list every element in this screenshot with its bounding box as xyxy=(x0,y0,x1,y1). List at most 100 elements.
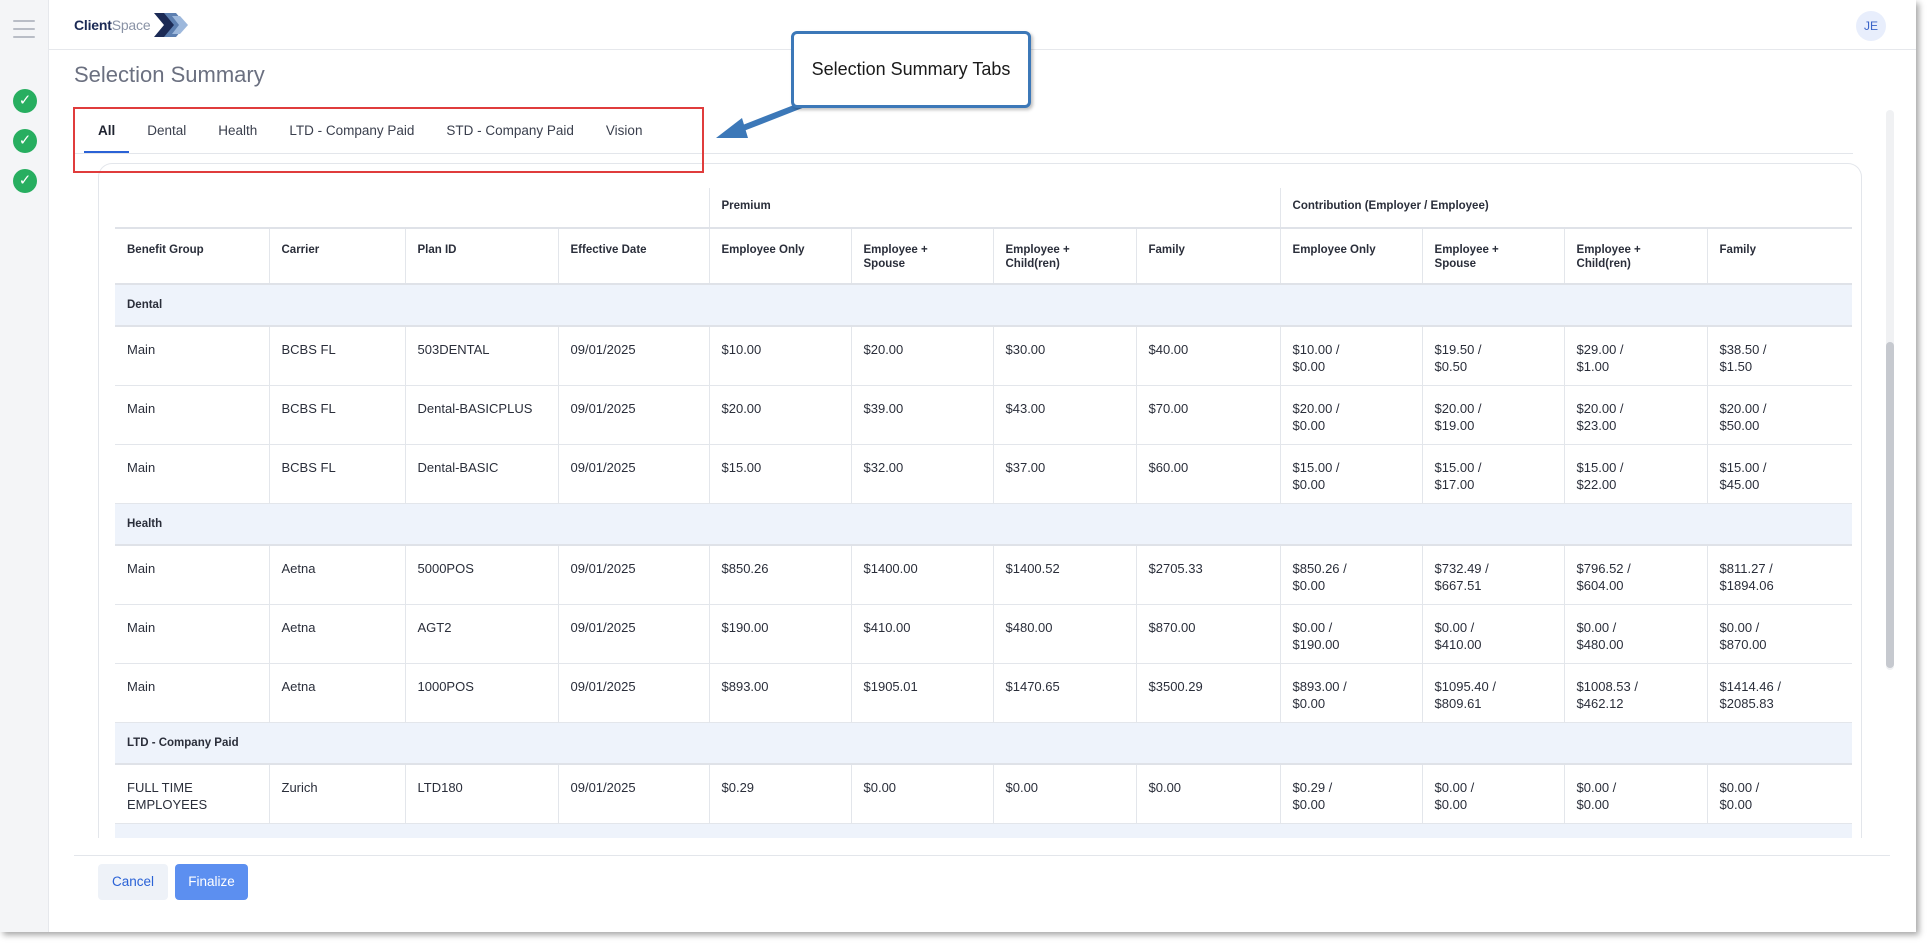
step-complete-icon[interactable]: ✓ xyxy=(13,129,37,153)
table-row[interactable]: FULL TIME EMPLOYEES Zurich LTD180 09/01/202… xyxy=(115,764,1853,824)
finalize-button[interactable]: Finalize xyxy=(175,864,248,900)
cell-effective-date: 09/01/2025 xyxy=(558,326,710,386)
col-contribution-employee-only: Employee Only xyxy=(1280,228,1423,285)
cell-contribution-employee-only: $15.00 /$0.00 xyxy=(1280,444,1423,504)
annotation-callout: Selection Summary Tabs xyxy=(791,31,1031,108)
cell-benefit-group: Main xyxy=(115,385,270,445)
cell-carrier: BCBS FL xyxy=(269,444,406,504)
cell-premium-employee-only: $10.00 xyxy=(709,326,852,386)
cell-premium-employee-spouse: $1400.00 xyxy=(851,545,994,605)
cell-carrier: Aetna xyxy=(269,663,406,723)
cell-contribution-employee-children: $796.52 /$604.00 xyxy=(1564,545,1708,605)
section-label: Dental xyxy=(115,284,1853,327)
cell-contribution-employee-only: $850.26 /$0.00 xyxy=(1280,545,1423,605)
cell-premium-employee-only: $0.29 xyxy=(709,764,852,824)
table-row[interactable]: Main BCBS FL Dental-BASIC 09/01/2025 $15.00 $… xyxy=(115,444,1853,504)
cell-contribution-family: $15.00 /$45.00 xyxy=(1707,444,1853,504)
cell-premium-family: $870.00 xyxy=(1136,604,1281,664)
col-premium-employee-spouse: Employee + Spouse xyxy=(851,228,994,285)
cell-plan-id: LTD180 xyxy=(405,764,559,824)
cell-contribution-employee-children: $15.00 /$22.00 xyxy=(1564,444,1708,504)
table-body: Dental Main BCBS FL 503DENTAL 09/01/2025 $10.… xyxy=(115,284,1853,838)
cell-premium-employee-only: $190.00 xyxy=(709,604,852,664)
clientspace-logo[interactable]: ClientSpace xyxy=(74,10,192,40)
vertical-scrollbar[interactable] xyxy=(1886,110,1894,670)
step-complete-icon[interactable]: ✓ xyxy=(13,89,37,113)
cell-premium-family: $40.00 xyxy=(1136,326,1281,386)
table-row[interactable]: Main BCBS FL Dental-BASICPLUS 09/01/2025 $20… xyxy=(115,385,1853,445)
cell-premium-employee-children: $1400.52 xyxy=(993,545,1137,605)
cell-contribution-family: $0.00 /$0.00 xyxy=(1707,764,1853,824)
cell-contribution-employee-spouse: $15.00 /$17.00 xyxy=(1422,444,1565,504)
section-label: LTD - Company Paid xyxy=(115,722,1853,765)
cell-contribution-employee-children: $29.00 /$1.00 xyxy=(1564,326,1708,386)
cell-contribution-employee-spouse: $19.50 /$0.50 xyxy=(1422,326,1565,386)
step-complete-icon[interactable]: ✓ xyxy=(13,169,37,193)
logo-text-light: Space xyxy=(111,17,151,33)
cell-premium-employee-spouse: $1905.01 xyxy=(851,663,994,723)
hamburger-menu-icon[interactable] xyxy=(13,20,35,38)
cell-effective-date: 09/01/2025 xyxy=(558,604,710,664)
cell-effective-date: 09/01/2025 xyxy=(558,545,710,605)
cell-contribution-employee-only: $20.00 /$0.00 xyxy=(1280,385,1423,445)
cell-premium-employee-only: $20.00 xyxy=(709,385,852,445)
tab-all[interactable]: All xyxy=(83,108,130,154)
cell-contribution-family: $811.27 /$1894.06 xyxy=(1707,545,1853,605)
table-row[interactable]: Main Aetna 1000POS 09/01/2025 $893.00 $1905.0… xyxy=(115,663,1853,723)
section-label: STD - Company Paid xyxy=(115,823,1853,838)
table-row[interactable]: Main Aetna 5000POS 09/01/2025 $850.26 $1400.0… xyxy=(115,545,1853,605)
cell-effective-date: 09/01/2025 xyxy=(558,663,710,723)
col-effective-date: Effective Date xyxy=(558,228,710,285)
premium-group-header: Premium xyxy=(708,188,1281,229)
cell-premium-employee-only: $850.26 xyxy=(709,545,852,605)
cell-contribution-employee-only: $0.00 /$190.00 xyxy=(1280,604,1423,664)
cell-contribution-employee-only: $893.00 /$0.00 xyxy=(1280,663,1423,723)
section-row: Health xyxy=(115,503,1853,546)
app-window: ✓ ✓ ✓ ClientSpace JE Selection Summary A… xyxy=(0,0,1916,932)
footer-divider xyxy=(74,855,1890,856)
section-label: Health xyxy=(115,503,1853,546)
group-header-row: Premium Contribution (Employer / Employe… xyxy=(115,188,1853,229)
logo-chevron-icon xyxy=(154,13,189,37)
user-avatar[interactable]: JE xyxy=(1856,11,1886,41)
cell-carrier: BCBS FL xyxy=(269,326,406,386)
col-contribution-family: Family xyxy=(1707,228,1853,285)
cell-premium-employee-children: $30.00 xyxy=(993,326,1137,386)
cell-plan-id: AGT2 xyxy=(405,604,559,664)
cell-benefit-group: FULL TIME EMPLOYEES xyxy=(115,764,270,824)
cell-effective-date: 09/01/2025 xyxy=(558,764,710,824)
cell-contribution-employee-only: $10.00 /$0.00 xyxy=(1280,326,1423,386)
cell-benefit-group: Main xyxy=(115,326,270,386)
cell-plan-id: Dental-BASIC xyxy=(405,444,559,504)
cancel-button[interactable]: Cancel xyxy=(98,864,168,900)
tab-std-company-paid[interactable]: STD - Company Paid xyxy=(446,108,574,154)
cell-premium-employee-spouse: $32.00 xyxy=(851,444,994,504)
cell-contribution-employee-spouse: $732.49 /$667.51 xyxy=(1422,545,1565,605)
cell-premium-family: $60.00 xyxy=(1136,444,1281,504)
cell-plan-id: 5000POS xyxy=(405,545,559,605)
cell-contribution-family: $1414.46 /$2085.83 xyxy=(1707,663,1853,723)
cell-contribution-employee-spouse: $0.00 /$0.00 xyxy=(1422,764,1565,824)
cell-premium-family: $2705.33 xyxy=(1136,545,1281,605)
cell-premium-employee-children: $37.00 xyxy=(993,444,1137,504)
col-contribution-employee-spouse: Employee + Spouse xyxy=(1422,228,1565,285)
column-header-row: Benefit Group Carrier Plan ID Effective … xyxy=(115,228,1853,285)
tab-vision[interactable]: Vision xyxy=(606,108,643,154)
cell-contribution-employee-children: $0.00 /$480.00 xyxy=(1564,604,1708,664)
col-premium-employee-only: Employee Only xyxy=(709,228,852,285)
page-title: Selection Summary xyxy=(74,62,265,87)
tab-dental[interactable]: Dental xyxy=(147,108,186,154)
col-plan-id: Plan ID xyxy=(405,228,559,285)
scrollbar-thumb[interactable] xyxy=(1886,342,1894,668)
cell-premium-employee-spouse: $20.00 xyxy=(851,326,994,386)
table-row[interactable]: Main Aetna AGT2 09/01/2025 $190.00 $410.00 $48… xyxy=(115,604,1853,664)
cell-contribution-family: $38.50 /$1.50 xyxy=(1707,326,1853,386)
table-row[interactable]: Main BCBS FL 503DENTAL 09/01/2025 $10.00 $20.… xyxy=(115,326,1853,386)
cell-plan-id: 1000POS xyxy=(405,663,559,723)
col-premium-employee-children: Employee + Child(ren) xyxy=(993,228,1137,285)
tab-health[interactable]: Health xyxy=(218,108,257,154)
section-row: Dental xyxy=(115,284,1853,327)
cell-contribution-employee-children: $0.00 /$0.00 xyxy=(1564,764,1708,824)
cell-premium-family: $70.00 xyxy=(1136,385,1281,445)
tab-ltd-company-paid[interactable]: LTD - Company Paid xyxy=(289,108,414,154)
